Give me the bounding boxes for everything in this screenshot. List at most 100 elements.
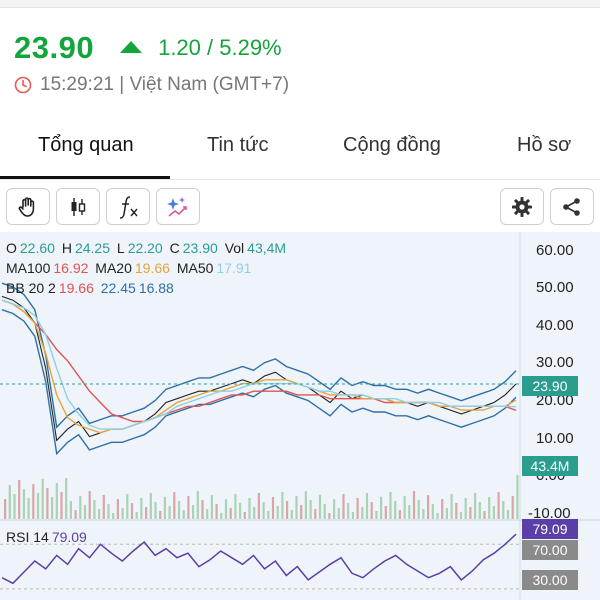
ohlc-close-value: 23.90 <box>182 240 218 256</box>
y-tick-label: 10.00 <box>536 430 574 447</box>
rsi-value: 79.09 <box>51 529 87 545</box>
volume-bar <box>328 513 331 519</box>
chart-type-button[interactable] <box>56 188 100 225</box>
quote-time: 15:29:21 | Việt Nam (GMT+7) <box>14 74 289 96</box>
volume-bar <box>347 503 350 519</box>
volume-bar <box>41 479 44 519</box>
volume-bar <box>83 505 87 519</box>
share-button[interactable] <box>550 188 594 225</box>
volume-bar <box>145 507 148 519</box>
volume-bar <box>196 491 199 519</box>
volume-bar <box>234 494 237 519</box>
volume-bar <box>140 498 143 519</box>
volume-bar <box>107 504 110 519</box>
top-strip <box>0 0 600 8</box>
chart-toolbar <box>0 180 600 232</box>
tab-profile[interactable]: Hồ sơ <box>517 134 571 157</box>
ohlc-vol-label: Vol <box>224 240 245 256</box>
bb-lower-value: 16.88 <box>138 280 174 296</box>
volume-bar <box>511 496 514 519</box>
rsi-legend: RSI 14 79.09 <box>6 529 90 545</box>
volume-bar <box>290 510 293 519</box>
bb-label: BB 20 2 <box>6 280 56 296</box>
volume-bar <box>295 496 298 519</box>
volume-bar <box>375 511 378 519</box>
volume-bar <box>445 508 448 519</box>
volume-bar <box>257 493 260 519</box>
volume-bar <box>32 484 35 519</box>
bb-mid-value: 19.66 <box>58 280 94 296</box>
indicators-button[interactable] <box>106 188 150 225</box>
ma100-label: MA100 <box>6 260 51 276</box>
volume-bar <box>102 495 105 519</box>
volume-bar <box>74 510 77 519</box>
volume-bar <box>380 497 383 519</box>
volume-bar <box>318 495 322 519</box>
ai-analysis-button[interactable] <box>156 188 200 225</box>
candlestick-icon <box>71 197 86 216</box>
volume-bar <box>398 510 401 519</box>
ohlc-vol-value: 43,4M <box>247 240 287 256</box>
share-icon <box>563 197 580 216</box>
y-tick-label: 60.00 <box>536 242 574 259</box>
active-tab-indicator <box>0 176 170 179</box>
chart-area[interactable]: O 22.60 H 24.25 L 22.20 C 23.90 Vol 43,4M MA1… <box>0 232 600 600</box>
ohlc-low-label: L <box>116 240 125 256</box>
volume-bar <box>417 500 420 519</box>
rsi-label: RSI 14 <box>6 529 49 545</box>
volume-bar <box>483 511 486 519</box>
last-price: 23.90 <box>14 30 95 65</box>
y-tick-label: 50.00 <box>536 279 574 296</box>
settings-gear-icon <box>512 196 532 217</box>
volume-bar <box>459 512 463 519</box>
tab-bar: Tổng quan Tin tức Cộng đồng Hồ sơ <box>0 118 600 180</box>
ma50-value: 17.91 <box>216 260 252 276</box>
tab-overview[interactable]: Tổng quan <box>38 134 134 157</box>
ohlc-close-label: C <box>169 240 180 256</box>
volume-bar <box>314 509 317 519</box>
ohlc-high-value: 24.25 <box>74 240 110 256</box>
volume-tag: 43.4M <box>522 456 578 476</box>
volume-bar <box>253 507 256 519</box>
y-tick-label: 30.00 <box>536 354 574 371</box>
rsi-upper-tag: 70.00 <box>522 540 578 560</box>
volume-bar <box>65 478 68 519</box>
volume-bar <box>408 505 411 519</box>
price-change: 1.20 / 5.29% <box>120 35 282 61</box>
volume-bar <box>93 500 96 519</box>
ma100-value: 16.92 <box>53 260 89 276</box>
volume-bar <box>182 510 185 519</box>
volume-bar <box>441 499 444 519</box>
volume-bar <box>4 499 7 519</box>
indicator-fx-icon <box>119 195 138 219</box>
volume-bar <box>88 491 91 519</box>
volume-bar <box>116 499 119 519</box>
hand-tool-button[interactable] <box>6 188 50 225</box>
volume-bar <box>177 501 181 519</box>
volume-bar <box>267 511 270 519</box>
tab-news[interactable]: Tin tức <box>207 134 269 157</box>
volume-bar <box>229 508 232 519</box>
bb-upper-value: 22.45 <box>100 280 136 296</box>
volume-bar <box>337 508 340 519</box>
up-arrow-icon <box>120 41 143 53</box>
volume-bar <box>497 492 500 519</box>
volume-bar <box>112 513 115 519</box>
volume-bar <box>389 492 392 519</box>
volume-bar <box>55 483 58 519</box>
volume-bar <box>149 493 152 519</box>
ma20-label: MA20 <box>95 260 132 276</box>
volume-bar <box>427 495 430 519</box>
volume-bar <box>271 497 275 519</box>
volume-bar <box>36 493 40 519</box>
volume-bar <box>243 512 246 519</box>
volume-bar <box>79 496 82 519</box>
tab-community[interactable]: Cộng đồng <box>343 134 441 157</box>
volume-bar <box>224 499 228 519</box>
volume-bar <box>262 502 265 519</box>
volume-bar <box>361 507 364 519</box>
settings-button[interactable] <box>500 188 544 225</box>
volume-bar <box>60 492 63 519</box>
volume-bar <box>18 480 21 519</box>
volume-bar <box>135 512 138 519</box>
